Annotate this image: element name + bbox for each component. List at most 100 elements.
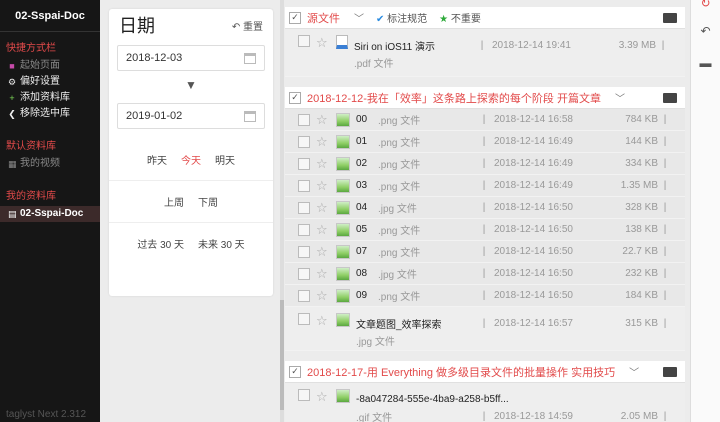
calendar-icon[interactable] [244,52,256,64]
file-row[interactable]: ☆ 05 .png 文件 | 2018-12-14 16:50 138 KB | [285,219,685,241]
file-date: 2018-12-14 16:57 [494,317,573,329]
sync-icon[interactable]: ↻ [691,0,720,10]
date-filter-panel: 日期 ↶ 重置 2018-12-03 ▼ 2019-01-02 昨天 今天 明天… [109,9,273,296]
group-title: 2018-12-17-用 Everything 做多级目录文件的批量操作 实用技… [307,366,616,379]
file-checkbox[interactable] [298,113,310,126]
undo-icon[interactable]: ↶ [691,24,720,38]
star-icon[interactable]: ☆ [316,178,330,194]
reset-label: 重置 [243,21,263,33]
file-row[interactable]: ☆ 01 .png 文件 | 2018-12-14 16:49 144 KB | [285,131,685,153]
file-size: 1.35 MB [620,180,658,191]
chevron-down-icon[interactable]: ﹀ [615,90,625,105]
sidebar-item-label: 添加资料库 [20,92,70,103]
file-size: 3.39 MB [618,39,656,51]
right-toolbar: ↻ ↶ ▬ [690,0,720,422]
file-row[interactable]: ☆ -8a047284-555e-4ba9-a258-b5ff... .gif … [285,383,685,422]
file-date: 2018-12-14 16:50 [494,224,573,235]
tag-annotation-standard[interactable]: ✔ 标注规范 [376,10,427,25]
group-header-source[interactable]: ✓ 源文件 ﹀ ✔ 标注规范 ★ 不重要 [285,7,685,29]
file-checkbox[interactable] [298,267,310,280]
past-30-days-button[interactable]: 过去 30 天 [133,233,188,254]
image-thumbnail [336,389,350,403]
tomorrow-button[interactable]: 明天 [211,149,239,170]
group-header-everything[interactable]: ✓ 2018-12-17-用 Everything 做多级目录文件的批量操作 实… [285,361,685,383]
file-checkbox[interactable] [298,201,310,214]
scrollbar-thumb[interactable] [280,300,284,410]
file-checkbox[interactable] [298,223,310,236]
sidebar-item-start-page[interactable]: ■ 起始页面 [0,58,100,74]
file-checkbox[interactable] [298,313,310,325]
image-thumbnail [336,112,350,127]
folder-icon[interactable]: ▬ [691,56,720,70]
star-icon[interactable]: ☆ [316,134,330,150]
next-30-days-button[interactable]: 未来 30 天 [194,233,249,254]
star-icon[interactable]: ☆ [316,313,330,329]
file-row[interactable]: ☆ 03 .png 文件 | 2018-12-14 16:49 1.35 MB | [285,175,685,197]
group-checkbox[interactable]: ✓ [289,91,301,104]
file-date: 2018-12-18 14:59 [494,411,573,422]
end-date-field[interactable]: 2019-01-02 [117,103,265,129]
file-checkbox[interactable] [298,35,310,47]
today-button[interactable]: 今天 [177,149,205,170]
file-row[interactable]: ☆ Siri on iOS11 演示 | 2018-12-14 19:41 3.… [285,29,685,77]
sidebar-item-preferences[interactable]: ⚙ 偏好设置 [0,74,100,90]
chevron-down-icon[interactable]: ﹀ [629,364,639,379]
star-icon[interactable]: ☆ [316,389,330,405]
image-thumbnail [336,156,350,171]
group-checkbox[interactable]: ✓ [289,365,301,378]
image-thumbnail [336,178,350,193]
file-row[interactable]: ☆ 04 .jpg 文件 | 2018-12-14 16:50 328 KB | [285,197,685,219]
file-date: 2018-12-14 16:58 [494,114,573,125]
group-checkbox[interactable]: ✓ [289,11,301,24]
file-checkbox[interactable] [298,157,310,170]
file-row[interactable]: ☆ 09 .png 文件 | 2018-12-14 16:50 184 KB | [285,285,685,307]
file-name: 09 [356,290,368,301]
chevron-down-icon[interactable]: ﹀ [354,10,364,25]
file-checkbox[interactable] [298,389,310,401]
file-date: 2018-12-14 16:50 [494,246,573,257]
file-date: 2018-12-14 16:49 [494,180,573,191]
file-type: .jpg 文件 [378,204,417,215]
reset-button[interactable]: ↶ 重置 [232,18,263,33]
yesterday-button[interactable]: 昨天 [143,149,171,170]
file-checkbox[interactable] [298,179,310,192]
star-icon[interactable]: ☆ [316,35,330,51]
calendar-icon[interactable] [244,110,256,122]
folder-icon[interactable] [663,12,677,23]
star-icon[interactable]: ☆ [316,112,330,128]
scrollbar[interactable] [280,0,284,422]
file-list: ✓ 源文件 ﹀ ✔ 标注规范 ★ 不重要 ☆ Siri on iOS11 演示 … [285,0,685,422]
file-checkbox[interactable] [298,245,310,258]
file-type: .pdf 文件 [354,59,394,70]
sidebar-item-label: 偏好设置 [20,76,60,87]
star-icon[interactable]: ☆ [316,266,330,282]
sidebar-item-sspai-doc[interactable]: ▤ 02-Sspai-Doc [0,206,100,222]
folder-icon[interactable] [663,92,677,103]
next-week-button[interactable]: 下周 [194,191,222,212]
video-icon: ▦ [8,159,17,169]
star-icon[interactable]: ☆ [316,156,330,172]
start-date-field[interactable]: 2018-12-03 [117,45,265,71]
folder-icon[interactable] [663,366,677,377]
image-thumbnail [336,244,350,259]
star-icon[interactable]: ☆ [316,244,330,260]
last-week-button[interactable]: 上周 [160,191,188,212]
sidebar-item-add-library[interactable]: + 添加资料库 [0,90,100,106]
file-size: 328 KB [625,202,658,213]
star-icon[interactable]: ☆ [316,200,330,216]
file-row[interactable]: ☆ 00 .png 文件 | 2018-12-14 16:58 784 KB | [285,109,685,131]
file-row[interactable]: ☆ 07 .png 文件 | 2018-12-14 16:50 22.7 KB | [285,241,685,263]
group-header-efficiency[interactable]: ✓ 2018-12-12-我在「效率」这条路上探索的每个阶段 开篇文章 ﹀ [285,87,685,109]
file-checkbox[interactable] [298,135,310,148]
file-row[interactable]: ☆ 文章题图_效率探索 | 2018-12-14 16:57 315 KB | … [285,307,685,351]
star-icon[interactable]: ☆ [316,222,330,238]
image-thumbnail [336,313,350,327]
sidebar-item-my-videos[interactable]: ▦ 我的视频 [0,156,100,172]
tag-unimportant[interactable]: ★ 不重要 [439,10,481,25]
file-checkbox[interactable] [298,289,310,302]
sidebar-item-remove-library[interactable]: ❮ 移除选中库 [0,106,100,122]
file-row[interactable]: ☆ 02 .png 文件 | 2018-12-14 16:49 334 KB | [285,153,685,175]
file-row[interactable]: ☆ 08 .jpg 文件 | 2018-12-14 16:50 232 KB | [285,263,685,285]
star-icon[interactable]: ☆ [316,288,330,304]
chevron-left-icon: ❮ [8,109,16,119]
